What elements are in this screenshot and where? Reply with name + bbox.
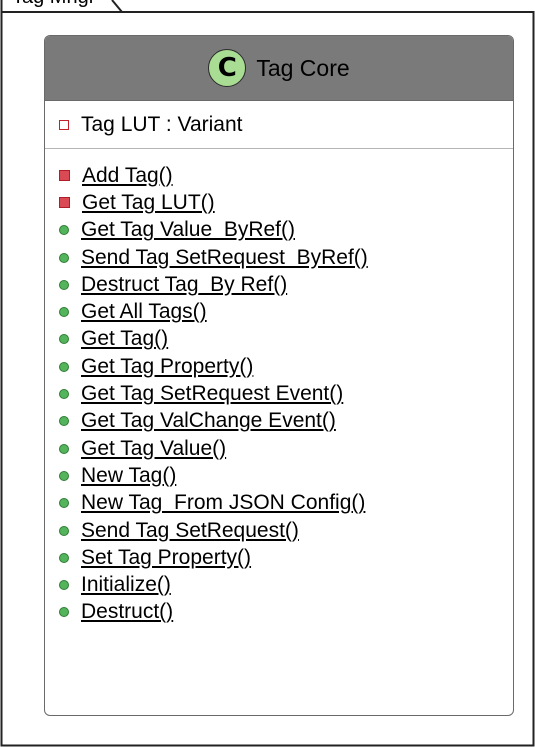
private-method-icon xyxy=(59,170,70,182)
operation-row[interactable]: Get All Tags() xyxy=(59,298,513,325)
public-method-icon xyxy=(59,552,69,563)
operations-section: Add Tag() Get Tag LUT() Get Tag Value_By… xyxy=(45,149,513,626)
operation-label[interactable]: Set Tag Property() xyxy=(81,546,251,570)
operation-label[interactable]: Get Tag Value() xyxy=(81,437,226,461)
public-method-icon xyxy=(59,361,69,372)
operation-label[interactable]: Get Tag() xyxy=(81,327,168,351)
operation-row[interactable]: Get Tag LUT() xyxy=(59,189,513,216)
public-method-icon xyxy=(59,525,69,536)
package-label: Tag Mngr xyxy=(12,0,108,9)
operation-label[interactable]: Initialize() xyxy=(81,573,171,597)
operation-label[interactable]: Get Tag LUT() xyxy=(82,191,215,215)
operation-label[interactable]: Get All Tags() xyxy=(81,300,207,324)
class-name: Tag Core xyxy=(256,54,350,81)
operation-label[interactable]: Add Tag() xyxy=(82,164,173,188)
operation-row[interactable]: Send Tag SetRequest() xyxy=(59,517,513,544)
operation-row[interactable]: Send Tag SetRequest_ByRef() xyxy=(59,244,513,271)
operation-row[interactable]: Add Tag() xyxy=(59,162,513,189)
operation-label[interactable]: Destruct() xyxy=(81,600,173,624)
operation-row[interactable]: Set Tag Property() xyxy=(59,544,513,571)
operation-row[interactable]: Destruct() xyxy=(59,599,513,626)
operation-row[interactable]: Get Tag ValChange Event() xyxy=(59,408,513,435)
operation-label[interactable]: Send Tag SetRequest_ByRef() xyxy=(81,246,368,270)
public-method-icon xyxy=(59,607,69,618)
operation-label[interactable]: New Tag_From JSON Config() xyxy=(81,491,365,515)
public-method-icon xyxy=(59,498,69,509)
operation-label[interactable]: New Tag() xyxy=(81,464,176,488)
class-box[interactable]: C Tag Core Tag LUT : Variant Add Tag() G… xyxy=(44,35,514,716)
operation-label[interactable]: Get Tag SetRequest Event() xyxy=(81,382,343,406)
public-method-icon xyxy=(59,225,69,236)
public-method-icon xyxy=(59,307,69,318)
private-method-icon xyxy=(59,197,70,209)
operation-row[interactable]: Get Tag Property() xyxy=(59,353,513,380)
operation-label[interactable]: Get Tag ValChange Event() xyxy=(81,409,336,433)
public-method-icon xyxy=(59,416,69,427)
public-method-icon xyxy=(59,279,69,290)
public-method-icon xyxy=(59,580,69,591)
operation-row[interactable]: Destruct Tag_By Ref() xyxy=(59,271,513,298)
operation-row[interactable]: Initialize() xyxy=(59,571,513,598)
class-stereotype-icon: C xyxy=(208,49,247,87)
public-method-icon xyxy=(59,470,69,481)
operation-label[interactable]: Get Tag Property() xyxy=(81,355,253,379)
operation-label[interactable]: Get Tag Value_ByRef() xyxy=(81,218,295,242)
attribute-label: Tag LUT : Variant xyxy=(81,112,243,136)
operation-row[interactable]: Get Tag() xyxy=(59,326,513,353)
operation-row[interactable]: New Tag() xyxy=(59,462,513,489)
public-method-icon xyxy=(59,334,69,345)
operation-row[interactable]: New Tag_From JSON Config() xyxy=(59,490,513,517)
operation-row[interactable]: Get Tag Value() xyxy=(59,435,513,462)
operation-label[interactable]: Send Tag SetRequest() xyxy=(81,519,299,543)
public-method-icon xyxy=(59,389,69,400)
operation-row[interactable]: Get Tag Value_ByRef() xyxy=(59,217,513,244)
class-header: C Tag Core xyxy=(45,36,513,101)
attribute-row[interactable]: Tag LUT : Variant xyxy=(59,113,242,137)
operation-row[interactable]: Get Tag SetRequest Event() xyxy=(59,380,513,407)
public-method-icon xyxy=(59,443,69,454)
public-method-icon xyxy=(59,252,69,263)
private-field-icon xyxy=(59,119,69,130)
attributes-section: Tag LUT : Variant xyxy=(45,101,513,149)
operation-label[interactable]: Destruct Tag_By Ref() xyxy=(81,273,287,297)
